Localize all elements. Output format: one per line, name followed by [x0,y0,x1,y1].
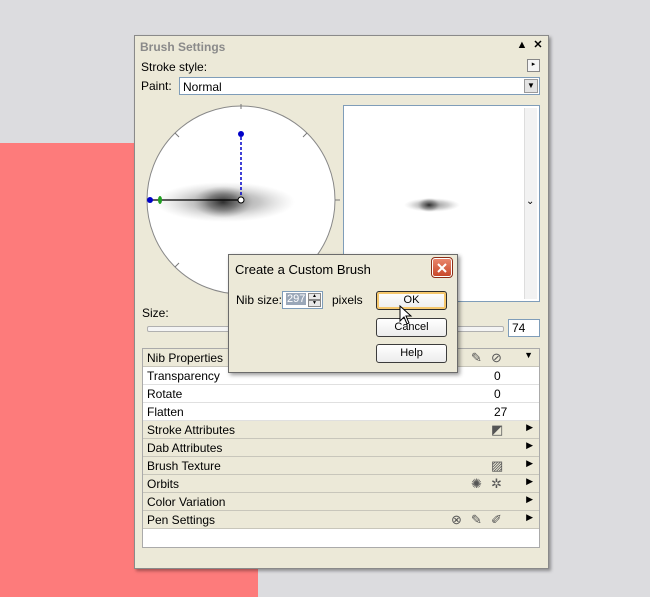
panel-titlebar: Brush Settings ▲ ✕ [135,36,548,56]
paint-label: Paint: [141,79,172,93]
help-button[interactable]: Help [376,344,447,363]
chevron-down-icon[interactable]: ▼ [524,79,538,93]
close-icon[interactable]: ✕ [531,38,545,52]
chevron-down-icon[interactable]: ▼ [524,350,533,360]
pen-bearing-icon[interactable]: ✐ [491,512,507,528]
property-label: Nib Properties [147,351,224,365]
property-label: Flatten [147,405,184,419]
stroke-style-menu-icon[interactable]: ▸ [527,59,540,72]
spin-up-icon[interactable]: ▲ [308,293,321,300]
size-label: Size: [142,306,169,320]
paint-mode-select[interactable]: Normal ▼ [179,77,540,95]
property-row[interactable]: Flatten 27 [143,403,539,421]
property-label: Rotate [147,387,183,401]
chevron-down-icon[interactable]: ⌄ [526,196,534,207]
create-custom-brush-dialog: Create a Custom Brush Nib size: 297 ▲ ▼ … [228,254,458,373]
mouse-cursor-icon [399,305,413,325]
spin-down-icon[interactable]: ▼ [308,300,321,307]
property-section-row[interactable]: Stroke Attributes ◩ ▶ [143,421,539,439]
property-label: Transparency [147,369,220,383]
size-handle[interactable] [147,197,153,203]
chevron-right-icon[interactable]: ▶ [526,512,533,523]
chevron-right-icon[interactable]: ▶ [526,476,533,487]
size-value-input[interactable]: 74 [508,319,540,337]
property-value[interactable]: 0 [494,387,501,401]
panel-title: Brush Settings [140,40,226,54]
dialog-title: Create a Custom Brush [235,262,371,277]
property-section-row[interactable]: Brush Texture ▨ ▶ [143,457,539,475]
property-label: Orbits [147,477,180,491]
chevron-right-icon[interactable]: ▶ [526,494,533,505]
nib-disable-icon[interactable]: ⊘ [491,350,507,366]
property-label: Dab Attributes [147,441,223,455]
property-label: Brush Texture [147,459,221,473]
pixels-unit-label: pixels [332,293,363,307]
nib-edit-icon[interactable]: ✎ [471,350,487,366]
property-section-row[interactable]: Color Variation ▶ [143,493,539,511]
property-section-row[interactable]: Pen Settings ⊗ ✎ ✐ ▶ [143,511,539,529]
squeeze-handle[interactable] [238,131,244,137]
property-label: Stroke Attributes [147,423,236,437]
chevron-right-icon[interactable]: ▶ [526,458,533,469]
center-handle[interactable] [237,196,245,204]
property-label: Color Variation [147,495,226,509]
orbits-icon[interactable]: ✺ [471,476,487,492]
nib-size-label: Nib size: [236,293,283,307]
pen-tilt-icon[interactable]: ✎ [471,512,487,528]
property-row[interactable]: Rotate 0 [143,385,539,403]
angle-handle[interactable] [158,196,162,204]
orbits-disable-icon[interactable]: ✲ [491,476,507,492]
property-section-row[interactable]: Orbits ✺ ✲ ▶ [143,475,539,493]
texture-icon[interactable]: ▨ [491,458,507,474]
chevron-right-icon[interactable]: ▶ [526,422,533,433]
paint-mode-value: Normal [183,80,222,94]
collapse-icon[interactable]: ▲ [515,38,529,52]
stroke-style-label: Stroke style: [141,60,208,74]
property-label: Pen Settings [147,513,216,527]
preview-scrollbar[interactable]: ⌄ [524,108,537,299]
stroke-attributes-icon[interactable]: ◩ [491,422,507,438]
nib-preview-core [193,186,253,218]
nib-size-value: 297 [286,293,307,305]
property-value[interactable]: 27 [494,405,507,419]
nib-size-stepper[interactable]: ▲ ▼ [308,293,321,307]
property-value[interactable]: 0 [494,369,501,383]
property-section-row[interactable]: Dab Attributes ▶ [143,439,539,457]
nib-size-input[interactable]: 297 ▲ ▼ [282,291,323,309]
chevron-right-icon[interactable]: ▶ [526,440,533,451]
pen-pressure-icon[interactable]: ⊗ [451,512,467,528]
brush-properties-list: Nib Properties ✎ ⊘ ▼ Transparency 0 Rotate 0 Fla… [142,348,540,548]
close-icon[interactable] [431,257,453,278]
